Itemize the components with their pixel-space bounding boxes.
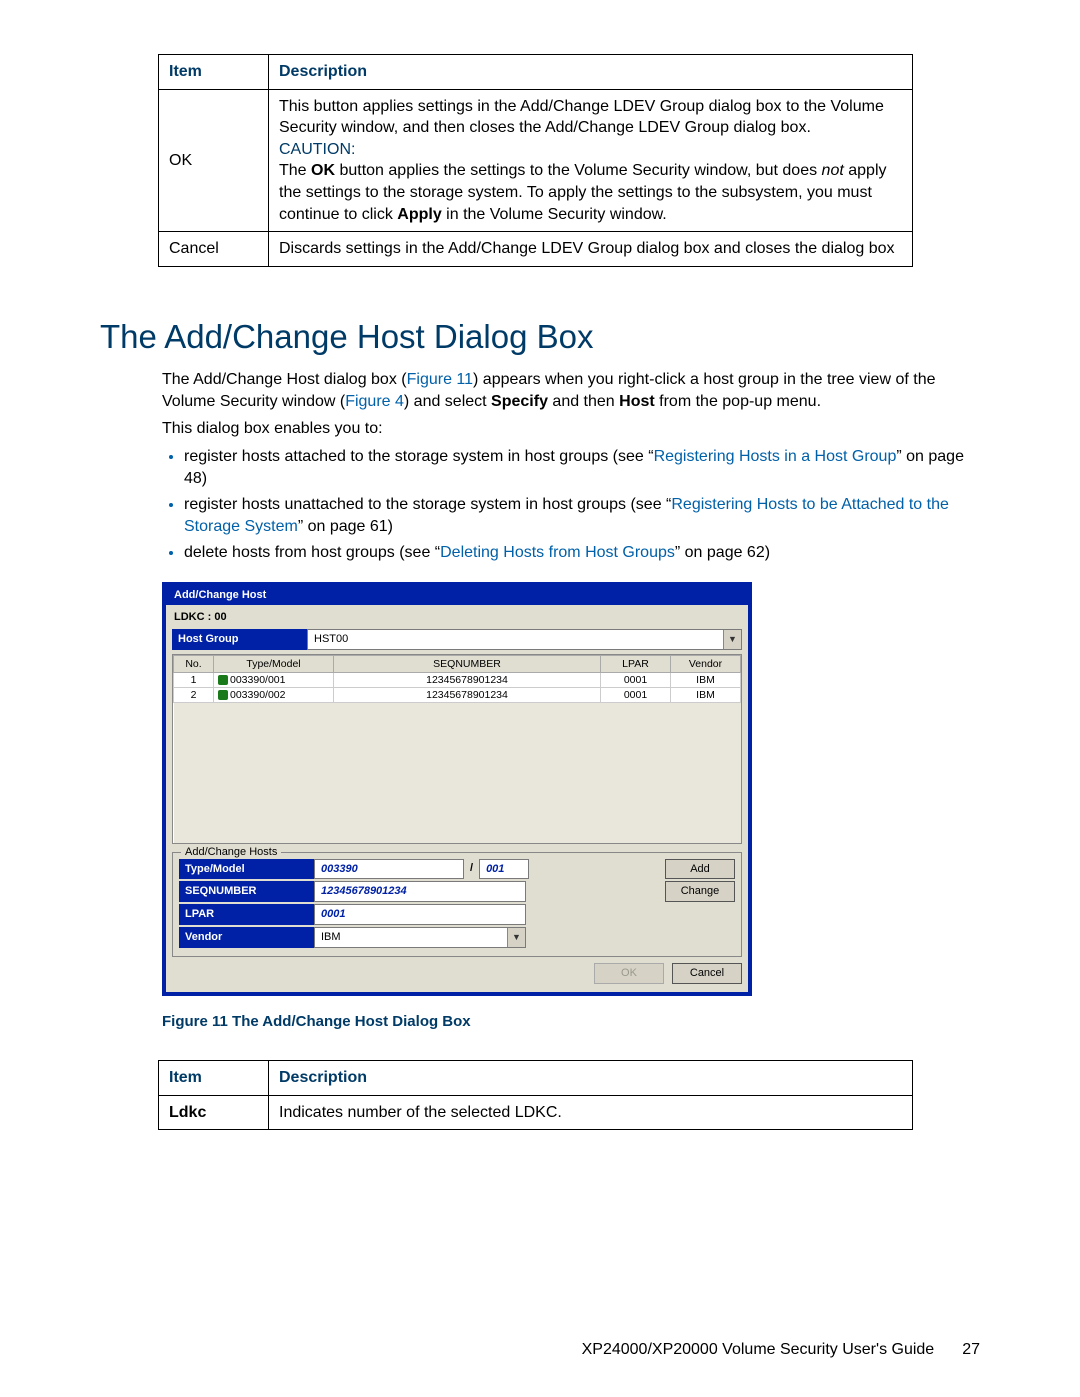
type-model-input-b[interactable]: 001 [479,859,529,880]
caution-label: CAUTION: [279,141,355,158]
table-row: Cancel Discards settings in the Add/Chan… [159,232,913,267]
host-table[interactable]: No. Type/Model SEQNUMBER LPAR Vendor 1 0… [172,654,742,844]
table-ldkc: Item Description Ldkc Indicates number o… [158,1060,913,1130]
lpar-input[interactable]: 0001 [314,904,526,925]
change-button[interactable]: Change [665,881,735,902]
cell-item: Cancel [159,232,269,267]
slash-separator: / [464,859,479,880]
link-figure-11[interactable]: Figure 11 [407,371,473,388]
type-model-input-a[interactable]: 003390 [314,859,464,880]
type-model-label: Type/Model [179,859,314,880]
link-deleting-hosts[interactable]: Deleting Hosts from Host Groups [440,544,675,561]
seqnumber-input[interactable]: 12345678901234 [314,881,526,902]
col-lpar: LPAR [601,655,671,672]
list-item: delete hosts from host groups (see “Dele… [184,542,980,564]
section-heading: The Add/Change Host Dialog Box [100,315,980,360]
list-item: register hosts unattached to the storage… [184,494,980,537]
cell-item: Ldkc [159,1095,269,1130]
col-item: Item [159,1061,269,1096]
link-figure-4[interactable]: Figure 4 [345,393,404,410]
col-type: Type/Model [214,655,334,672]
lpar-label: LPAR [179,904,314,925]
section-body: The Add/Change Host dialog box (Figure 1… [162,369,980,564]
table-row[interactable]: 1 003390/001 12345678901234 0001 IBM [174,672,741,687]
cell-desc: Indicates number of the selected LDKC. [269,1095,913,1130]
host-icon [218,675,228,685]
cancel-button[interactable]: Cancel [672,963,742,984]
table-row[interactable]: 2 003390/002 12345678901234 0001 IBM [174,687,741,702]
vendor-label: Vendor [179,927,314,948]
table-ok-cancel: Item Description OK This button applies … [158,54,913,267]
hostgroup-label: Host Group [172,629,307,650]
chevron-down-icon[interactable] [723,630,741,649]
vendor-combo[interactable]: IBM [314,927,526,948]
add-button[interactable]: Add [665,859,735,880]
table-row: Ldkc Indicates number of the selected LD… [159,1095,913,1130]
table-row: OK This button applies settings in the A… [159,89,913,232]
cell-item: OK [159,89,269,232]
col-desc: Description [269,55,913,90]
col-seq: SEQNUMBER [334,655,601,672]
page-footer: XP24000/XP20000 Volume Security User's G… [582,1339,980,1361]
page-number: 27 [962,1341,980,1358]
cell-desc: Discards settings in the Add/Change LDEV… [269,232,913,267]
col-no: No. [174,655,214,672]
figure-caption: Figure 11 The Add/Change Host Dialog Box [162,1012,980,1032]
col-desc: Description [269,1061,913,1096]
fieldset-legend: Add/Change Hosts [181,845,281,860]
ok-button: OK [594,963,664,984]
add-change-hosts-fieldset: Add/Change Hosts Type/Model 003390 / 001… [172,852,742,957]
chevron-down-icon[interactable] [507,928,525,947]
host-icon [218,690,228,700]
seqnumber-label: SEQNUMBER [179,881,314,902]
hostgroup-combo[interactable]: HST00 [307,629,742,650]
add-change-host-dialog: Add/Change Host LDKC : 00 Host Group HST… [162,582,752,996]
dialog-title: Add/Change Host [166,586,748,605]
list-item: register hosts attached to the storage s… [184,446,980,489]
cell-desc: This button applies settings in the Add/… [269,89,913,232]
col-vendor: Vendor [671,655,741,672]
col-item: Item [159,55,269,90]
link-registering-hosts[interactable]: Registering Hosts in a Host Group [654,448,897,465]
ldkc-label: LDKC : 00 [174,610,742,625]
